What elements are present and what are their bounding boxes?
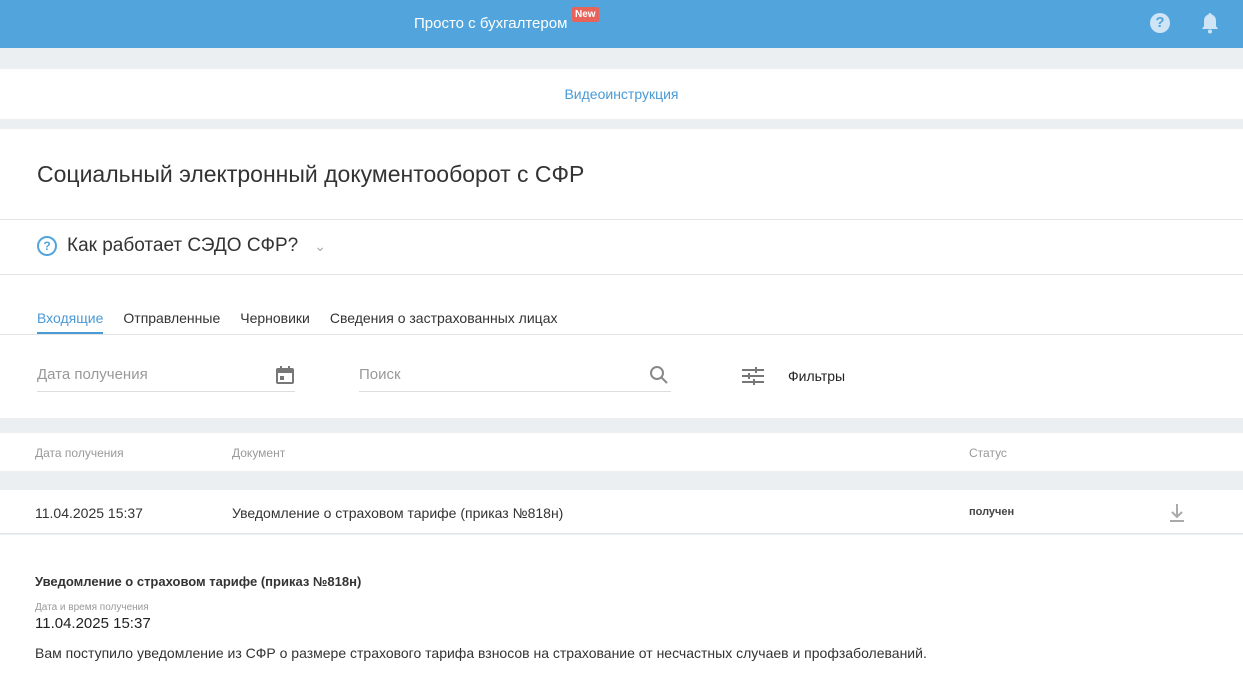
brand-link[interactable]: Просто с бухгалтером — [414, 15, 567, 32]
video-instruction-link[interactable]: Видеоинструкция — [564, 86, 678, 102]
calendar-icon[interactable] — [275, 365, 295, 385]
page-title: Социальный электронный документооборот с… — [37, 161, 585, 187]
divider — [0, 219, 1243, 220]
column-header-document[interactable]: Документ — [232, 446, 285, 460]
row-date: 11.04.2025 15:37 — [35, 505, 143, 521]
date-placeholder: Дата получения — [37, 366, 148, 383]
detail-title: Уведомление о страховом тарифе (приказ №… — [35, 574, 362, 589]
top-bar: Просто с бухгалтером New ? — [0, 0, 1243, 48]
download-icon[interactable] — [1169, 503, 1185, 523]
search-icon[interactable] — [649, 365, 669, 385]
how-it-works-label: Как работает СЭДО СФР? — [67, 235, 299, 256]
search-input[interactable]: Поиск — [359, 362, 671, 392]
status-badge: получен — [969, 506, 1015, 518]
date-input[interactable]: Дата получения — [37, 362, 295, 392]
question-circle-icon: ? — [37, 236, 57, 256]
question-circle-icon[interactable]: ? — [1150, 13, 1170, 33]
tab-sent[interactable]: Отправленные — [123, 310, 220, 334]
detail-date-label: Дата и время получения — [35, 602, 149, 613]
column-header-status[interactable]: Статус — [969, 446, 1007, 460]
detail-date: 11.04.2025 15:37 — [35, 615, 151, 632]
tab-insured-persons[interactable]: Сведения о застрахованных лицах — [330, 310, 558, 334]
chevron-down-icon: ⌄ — [314, 237, 326, 254]
filters-label: Фильтры — [788, 368, 846, 384]
filters-button[interactable]: Фильтры — [742, 367, 845, 385]
video-bar: Видеоинструкция — [0, 69, 1243, 119]
bell-icon[interactable] — [1200, 12, 1220, 34]
main-panel: Социальный электронный документооборот с… — [0, 129, 1243, 418]
search-placeholder: Поиск — [359, 366, 401, 383]
new-badge: New — [572, 7, 599, 22]
sliders-icon — [742, 367, 764, 385]
table-row[interactable]: 11.04.2025 15:37 Уведомление о страховом… — [0, 490, 1243, 534]
table-header: Дата получения Документ Статус — [0, 433, 1243, 471]
column-header-date[interactable]: Дата получения — [35, 446, 124, 460]
tab-drafts[interactable]: Черновики — [240, 310, 310, 334]
how-it-works-toggle[interactable]: ? Как работает СЭДО СФР? ⌄ — [37, 235, 326, 257]
tab-incoming[interactable]: Входящие — [37, 310, 104, 334]
row-document: Уведомление о страховом тарифе (приказ №… — [232, 505, 564, 521]
detail-text: Вам поступило уведомление из СФР о разме… — [35, 645, 927, 661]
tabs: Входящие Отправленные Черновики Сведения… — [37, 310, 557, 334]
divider — [0, 274, 1243, 275]
document-detail: Уведомление о страховом тарифе (приказ №… — [0, 535, 1243, 693]
divider — [0, 334, 1243, 335]
